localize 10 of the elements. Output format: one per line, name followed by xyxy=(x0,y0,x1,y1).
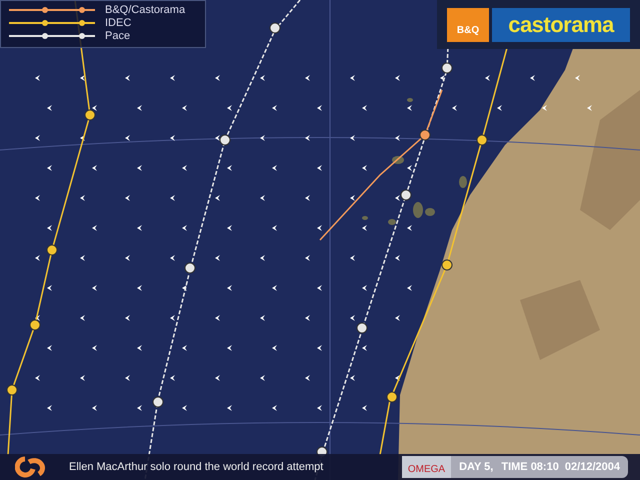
time-label: TIME 08:10 02/12/2004 xyxy=(501,460,620,475)
logo-icon xyxy=(15,456,47,478)
legend-label: B&Q/Castorama xyxy=(105,4,186,16)
day-label: DAY 5, xyxy=(459,460,494,475)
logo-square: B&Q xyxy=(447,8,489,42)
legend-label: IDEC xyxy=(105,16,132,28)
logo-banner: castorama xyxy=(492,8,630,42)
caption-text: Ellen MacArthur solo round the world record attempt xyxy=(69,460,324,475)
watch-brand-label: OMEGA xyxy=(402,456,452,478)
legend-label: Pace xyxy=(105,30,130,42)
